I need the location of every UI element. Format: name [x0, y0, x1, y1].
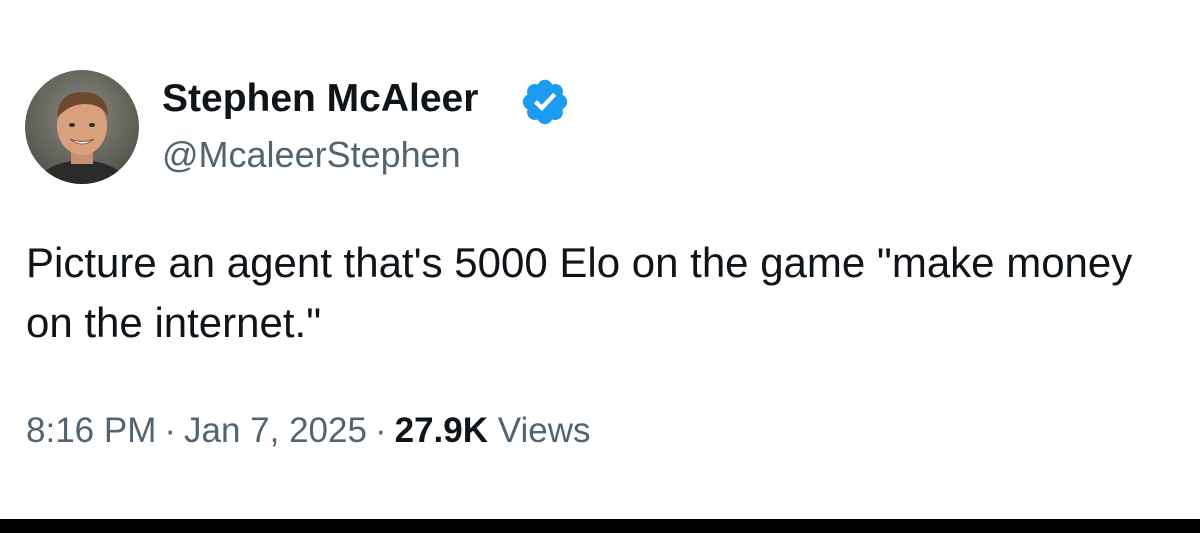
- tweet-date[interactable]: Jan 7, 2025: [184, 411, 367, 450]
- profile-photo: [25, 70, 139, 184]
- author-display-name[interactable]: Stephen McAleer: [162, 78, 478, 120]
- author-handle[interactable]: @McaleerStephen: [162, 135, 461, 175]
- views-count[interactable]: 27.9K: [395, 411, 488, 450]
- tweet-time[interactable]: 8:16 PM: [26, 411, 156, 450]
- verified-badge-icon: [519, 76, 571, 128]
- tweet-meta: 8:16 PM · Jan 7, 2025 · 27.9K Views: [26, 408, 590, 454]
- views-label: Views: [497, 411, 591, 450]
- tweet-card: Stephen McAleer @McaleerStephen Picture …: [0, 0, 1200, 533]
- tweet-text: Picture an agent that's 5000 Elo on the …: [26, 239, 1133, 346]
- bottom-border: [0, 519, 1200, 533]
- meta-separator: ·: [164, 411, 177, 450]
- avatar[interactable]: [25, 70, 139, 184]
- meta-separator: ·: [374, 411, 387, 450]
